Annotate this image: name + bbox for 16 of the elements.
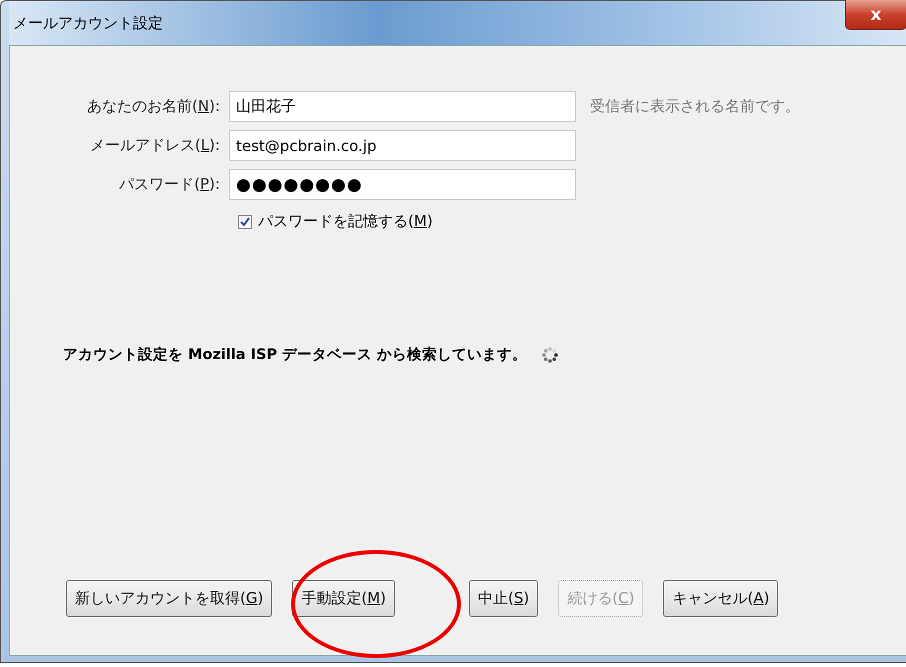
dialog-button[interactable]: 手動設定(M): [292, 580, 396, 617]
window-title: メールアカウント設定: [13, 14, 163, 32]
status-message: アカウント設定を Mozilla ISP データベース から検索しています。: [63, 346, 528, 364]
field-label: パスワード(P):: [119, 175, 220, 194]
close-button[interactable]: x: [845, 0, 906, 30]
hint-text: 受信者に表示される名前です。: [590, 97, 801, 116]
field-label: あなたのお名前(N):: [87, 97, 220, 116]
dialog-button[interactable]: 中止(S): [469, 580, 538, 617]
input-field[interactable]: 山田花子: [229, 91, 576, 122]
input-field[interactable]: test@pcbrain.co.jp: [229, 130, 576, 161]
password-field[interactable]: ●●●●●●●●: [229, 169, 576, 200]
dialog-button[interactable]: キャンセル(A): [663, 580, 778, 617]
checkbox[interactable]: [238, 214, 252, 228]
field-label: メールアドレス(L):: [90, 136, 220, 155]
dialog-button[interactable]: 新しいアカウントを取得(G): [66, 580, 272, 617]
checkbox-label[interactable]: パスワードを記憶する(M): [258, 212, 433, 231]
